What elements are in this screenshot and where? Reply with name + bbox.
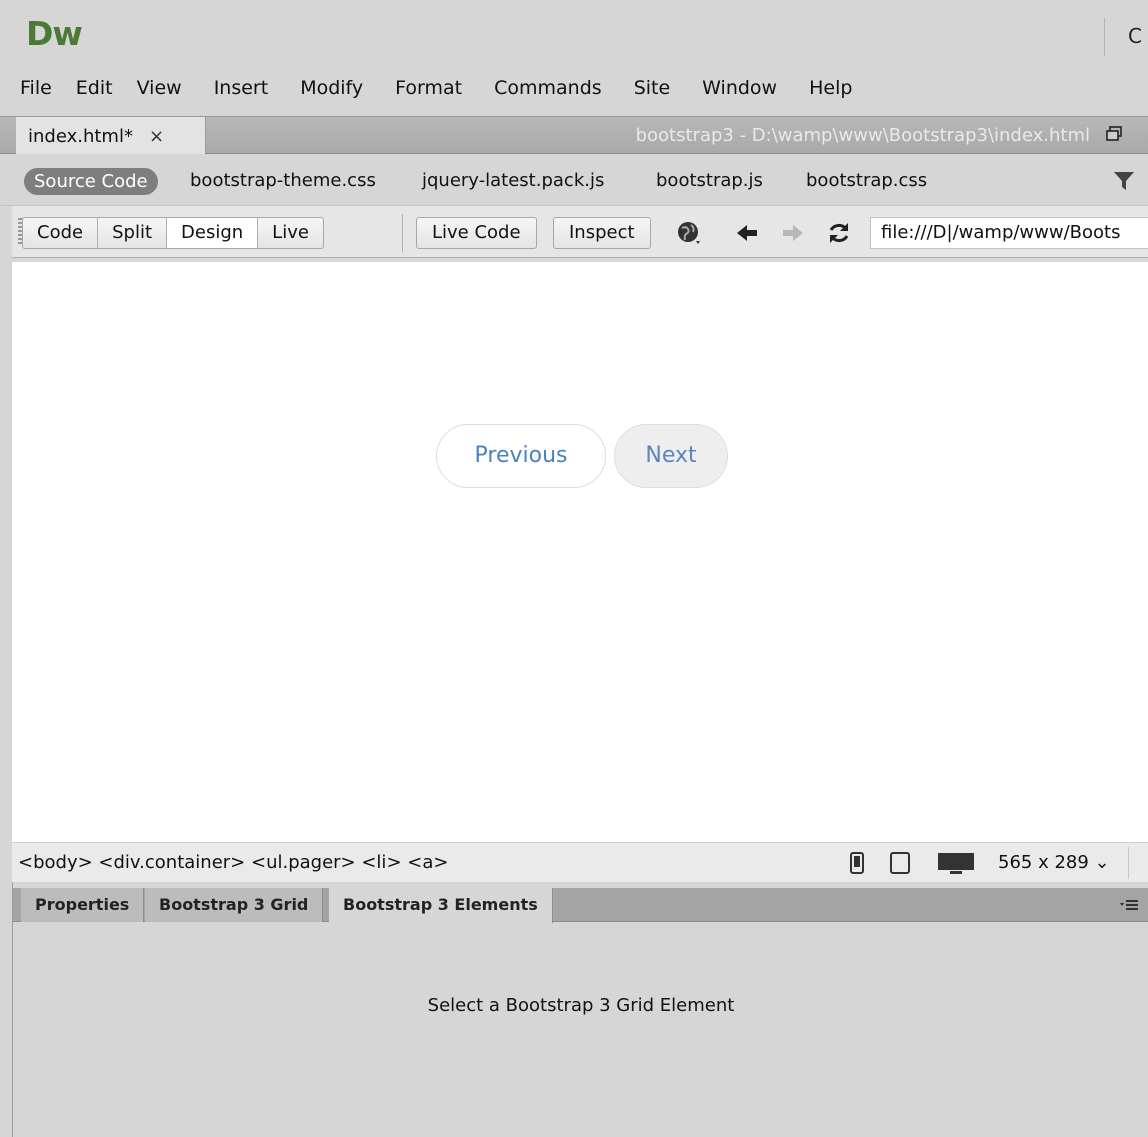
related-file-bootstrap-css[interactable]: bootstrap.css [806, 170, 927, 191]
document-toolbar: Code Split Design Live Live Code Inspect… [12, 206, 1148, 258]
tab-bootstrap-elements[interactable]: Bootstrap 3 Elements [329, 888, 553, 923]
refresh-icon[interactable] [826, 220, 852, 246]
menu-window[interactable]: Window [702, 77, 791, 99]
related-files-bar: Source Code bootstrap-theme.css jquery-l… [0, 154, 1148, 206]
menu-modify[interactable]: Modify [300, 77, 377, 99]
menu-site[interactable]: Site [634, 77, 684, 99]
window-size-dropdown[interactable]: 565 x 289 ⌄ [998, 852, 1110, 873]
code-view-button[interactable]: Code [23, 218, 99, 248]
live-view-button[interactable]: Live [258, 218, 323, 248]
browser-preview-globe-icon[interactable] [676, 220, 702, 246]
panel-content: Select a Bootstrap 3 Grid Element [13, 922, 1148, 1137]
tab-bootstrap-grid[interactable]: Bootstrap 3 Grid [145, 888, 324, 922]
forward-arrow-icon[interactable] [780, 220, 806, 246]
toolbar-divider [402, 214, 403, 252]
related-file-jquery[interactable]: jquery-latest.pack.js [422, 170, 604, 191]
menu-file[interactable]: File [20, 77, 66, 99]
address-field[interactable]: file:///D|/wamp/www/Boots [870, 217, 1148, 249]
tablet-size-icon[interactable] [890, 852, 910, 874]
document-path: bootstrap3 - D:\wamp\www\Bootstrap3\inde… [635, 125, 1090, 146]
dreamweaver-logo: Dw [26, 14, 83, 53]
inspect-button[interactable]: Inspect [553, 217, 651, 249]
status-bar: <body> <div.container> <ul.pager> <li> <… [12, 842, 1148, 882]
close-tab-icon[interactable]: × [149, 126, 164, 147]
menu-insert[interactable]: Insert [214, 77, 283, 99]
split-view-button[interactable]: Split [98, 218, 168, 248]
design-view[interactable]: Previous Next [12, 262, 1148, 842]
menu-help[interactable]: Help [809, 77, 866, 99]
pager-next-link[interactable]: Next [614, 424, 728, 488]
mobile-size-icon[interactable] [850, 852, 864, 874]
tag-selector[interactable]: <body> <div.container> <ul.pager> <li> <… [18, 852, 448, 873]
pager-previous-link[interactable]: Previous [436, 424, 606, 488]
title-divider [1104, 18, 1105, 56]
panel-tab-bar: Properties Bootstrap 3 Grid Bootstrap 3 … [13, 888, 1148, 923]
document-tab-index[interactable]: index.html* × [16, 117, 206, 155]
restore-window-icon[interactable] [1106, 126, 1122, 142]
title-bar: Dw C [0, 0, 1148, 66]
related-file-bootstrap-js[interactable]: bootstrap.js [656, 170, 763, 191]
filter-icon[interactable] [1112, 169, 1136, 193]
menu-commands[interactable]: Commands [494, 77, 616, 99]
tab-properties[interactable]: Properties [21, 888, 145, 922]
source-code-button[interactable]: Source Code [24, 168, 158, 195]
design-view-button[interactable]: Design [167, 218, 259, 248]
document-tab-label: index.html* [28, 125, 133, 147]
menu-view[interactable]: View [137, 77, 196, 99]
document-tab-bar: index.html* × bootstrap3 - D:\wamp\www\B… [0, 116, 1148, 155]
bottom-panel: Properties Bootstrap 3 Grid Bootstrap 3 … [12, 882, 1148, 1137]
status-divider [1128, 847, 1129, 879]
desktop-size-icon[interactable] [936, 852, 976, 876]
related-file-bootstrap-theme[interactable]: bootstrap-theme.css [190, 170, 376, 191]
panel-message: Select a Bootstrap 3 Grid Element [427, 995, 735, 1016]
menu-format[interactable]: Format [395, 77, 476, 99]
menu-bar: File Edit View Insert Modify Format Comm… [0, 66, 1148, 110]
workspace-switcher[interactable]: C [1128, 24, 1142, 48]
back-arrow-icon[interactable] [734, 220, 760, 246]
view-button-group: Code Split Design Live [22, 217, 324, 249]
live-code-button[interactable]: Live Code [416, 217, 537, 249]
panel-options-menu-icon[interactable] [1119, 896, 1139, 914]
menu-edit[interactable]: Edit [76, 77, 127, 99]
